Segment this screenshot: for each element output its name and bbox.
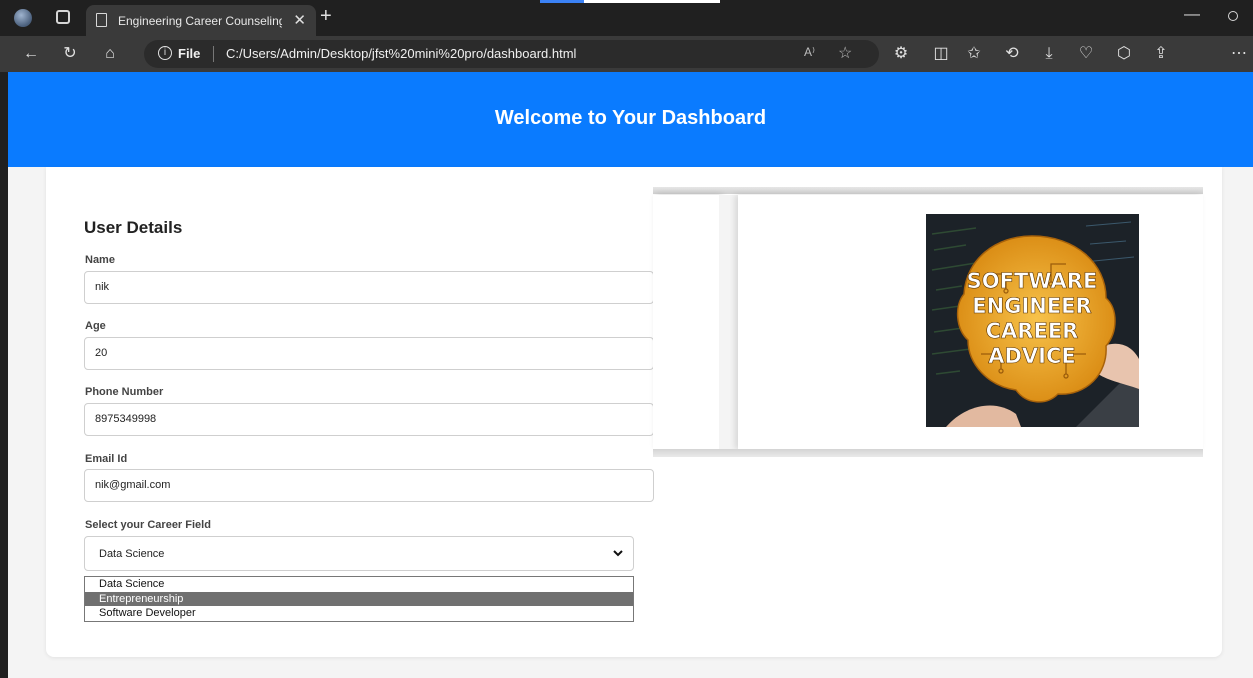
email-label: Email Id (85, 453, 128, 465)
page-viewport: Welcome to Your Dashboard User Details N… (8, 72, 1253, 678)
browser-tab-bar: Engineering Career Counseling D ✕ + — (0, 0, 1253, 36)
home-icon[interactable]: ⌂ (99, 44, 121, 64)
phone-label: Phone Number (85, 386, 164, 398)
favorite-icon[interactable]: ☆ (838, 43, 852, 63)
url-text[interactable]: C:/Users/Admin/Desktop/jfst%20mini%20pro… (226, 46, 576, 61)
minimize-icon[interactable]: — (1184, 6, 1200, 24)
career-label: Select your Career Field (85, 519, 211, 531)
page-icon (96, 13, 107, 27)
share-icon[interactable]: ⇪ (1150, 44, 1172, 64)
browser-essentials-icon[interactable]: ⬡ (1113, 44, 1135, 64)
age-field[interactable]: 20 (84, 337, 654, 370)
address-bar[interactable]: i File C:/Users/Admin/Desktop/jfst%20min… (144, 40, 879, 68)
tab-title: Engineering Career Counseling D (118, 14, 282, 28)
tab-accent-light (584, 0, 720, 3)
chevron-down-icon (613, 550, 623, 557)
refresh-icon[interactable]: ↻ (59, 44, 81, 64)
email-field[interactable]: nik@gmail.com (84, 469, 654, 502)
back-icon[interactable]: ← (20, 44, 42, 64)
profile-avatar-icon[interactable] (14, 9, 32, 27)
career-select[interactable]: Data Science (84, 536, 634, 571)
dashboard-card: User Details Name nik Age 20 Phone Numbe… (46, 167, 1222, 657)
name-label: Name (85, 254, 115, 266)
favorites-icon[interactable]: ✩ (963, 44, 985, 64)
career-option-data-science[interactable]: Data Science (85, 577, 633, 591)
image-text-line-1: SOFTWARE (967, 269, 1098, 293)
age-label: Age (85, 320, 106, 332)
history-icon[interactable]: ⟲ (1001, 44, 1023, 64)
address-separator (213, 46, 214, 62)
name-field[interactable]: nik (84, 271, 654, 304)
dashboard-header: Welcome to Your Dashboard (8, 72, 1253, 167)
image-text-line-2: ENGINEER (972, 294, 1091, 318)
new-tab-button[interactable]: + (320, 5, 332, 28)
career-dropdown-list: Data Science Entrepreneurship Software D… (84, 576, 634, 622)
image-panel-left (653, 195, 719, 449)
career-option-software-developer[interactable]: Software Developer (85, 606, 633, 620)
browser-toolbar: ← ↻ ⌂ i File C:/Users/Admin/Desktop/jfst… (0, 36, 1253, 72)
image-frame-top (653, 187, 1203, 194)
site-info-icon[interactable]: i (158, 46, 172, 60)
image-text-line-4: ADVICE (988, 344, 1076, 368)
image-text-line-3: CAREER (986, 319, 1079, 343)
read-aloud-icon[interactable]: A⁾ (804, 45, 815, 59)
more-icon[interactable]: ⋯ (1228, 44, 1250, 64)
image-panel-gap (719, 195, 739, 449)
user-details-title: User Details (84, 218, 183, 237)
window-restore-icon[interactable] (1228, 11, 1238, 21)
phone-field[interactable]: 8975349998 (84, 403, 654, 436)
career-advice-image: SOFTWARE ENGINEER CAREER ADVICE (926, 214, 1139, 427)
downloads-icon[interactable]: ⤓ (1038, 44, 1060, 64)
split-screen-icon[interactable]: ◫ (930, 44, 952, 64)
extensions-icon[interactable]: ⚙ (890, 44, 912, 64)
browser-tab[interactable]: Engineering Career Counseling D ✕ (86, 5, 316, 36)
file-label: File (178, 46, 201, 61)
tab-actions-icon[interactable] (56, 10, 70, 24)
image-frame-bottom (653, 449, 1203, 457)
career-select-value: Data Science (99, 548, 165, 560)
tab-close-icon[interactable]: ✕ (293, 11, 306, 29)
performance-icon[interactable]: ♡ (1075, 44, 1097, 64)
tab-accent (540, 0, 584, 3)
page-title: Welcome to Your Dashboard (494, 107, 767, 129)
career-option-entrepreneurship[interactable]: Entrepreneurship (85, 592, 633, 606)
